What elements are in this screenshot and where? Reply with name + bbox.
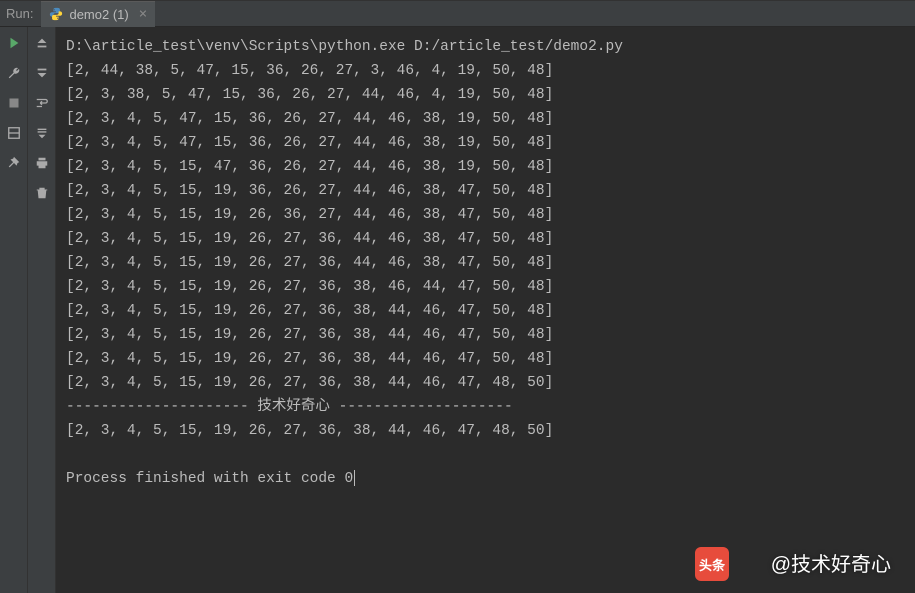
rerun-button[interactable] xyxy=(6,35,22,51)
scroll-to-end-icon[interactable] xyxy=(34,125,50,141)
tab-label: demo2 (1) xyxy=(69,7,128,22)
run-panel-header: Run: demo2 (1) × xyxy=(0,0,915,27)
text-cursor xyxy=(354,470,355,486)
output-line: [2, 3, 4, 5, 47, 15, 36, 26, 27, 44, 46,… xyxy=(66,131,905,155)
print-icon[interactable] xyxy=(34,155,50,171)
output-line: [2, 3, 4, 5, 15, 19, 26, 36, 27, 44, 46,… xyxy=(66,203,905,227)
wrench-icon[interactable] xyxy=(6,65,22,81)
output-line: [2, 3, 4, 5, 15, 47, 36, 26, 27, 44, 46,… xyxy=(66,155,905,179)
output-line: [2, 3, 4, 5, 15, 19, 26, 27, 36, 44, 46,… xyxy=(66,251,905,275)
output-line: [2, 3, 38, 5, 47, 15, 36, 26, 27, 44, 46… xyxy=(66,83,905,107)
output-line: [2, 3, 4, 5, 15, 19, 36, 26, 27, 44, 46,… xyxy=(66,179,905,203)
run-actions-column xyxy=(0,27,28,593)
scroll-down-icon[interactable] xyxy=(34,65,50,81)
console-actions-column xyxy=(28,27,56,593)
layout-icon[interactable] xyxy=(6,125,22,141)
result-line: [2, 3, 4, 5, 15, 19, 26, 27, 36, 38, 44,… xyxy=(66,419,905,443)
console-output[interactable]: D:\article_test\venv\Scripts\python.exe … xyxy=(56,27,915,593)
output-line: [2, 3, 4, 5, 15, 19, 26, 27, 36, 38, 46,… xyxy=(66,275,905,299)
output-line: [2, 3, 4, 5, 15, 19, 26, 27, 36, 44, 46,… xyxy=(66,227,905,251)
output-line: [2, 3, 4, 5, 47, 15, 36, 26, 27, 44, 46,… xyxy=(66,107,905,131)
soft-wrap-icon[interactable] xyxy=(34,95,50,111)
stop-button[interactable] xyxy=(6,95,22,111)
separator-line: --------------------- 技术好奇心 ------------… xyxy=(66,395,905,419)
output-line: [2, 3, 4, 5, 15, 19, 26, 27, 36, 38, 44,… xyxy=(66,371,905,395)
watermark-text: @技术好奇心 xyxy=(771,548,891,577)
close-icon[interactable]: × xyxy=(139,6,147,22)
exit-line: Process finished with exit code 0 xyxy=(66,467,905,491)
run-tab[interactable]: demo2 (1) × xyxy=(41,1,155,27)
panel-label: Run: xyxy=(0,6,41,21)
trash-icon[interactable] xyxy=(34,185,50,201)
output-line: [2, 3, 4, 5, 15, 19, 26, 27, 36, 38, 44,… xyxy=(66,347,905,371)
scroll-up-icon[interactable] xyxy=(34,35,50,51)
watermark-logo: 头条 xyxy=(695,547,729,581)
run-panel-body: D:\article_test\venv\Scripts\python.exe … xyxy=(0,27,915,593)
command-line: D:\article_test\venv\Scripts\python.exe … xyxy=(66,35,905,59)
pin-icon[interactable] xyxy=(6,155,22,171)
output-line: [2, 3, 4, 5, 15, 19, 26, 27, 36, 38, 44,… xyxy=(66,299,905,323)
output-line: [2, 3, 4, 5, 15, 19, 26, 27, 36, 38, 44,… xyxy=(66,323,905,347)
output-line: [2, 44, 38, 5, 47, 15, 36, 26, 27, 3, 46… xyxy=(66,59,905,83)
python-file-icon xyxy=(49,7,63,21)
